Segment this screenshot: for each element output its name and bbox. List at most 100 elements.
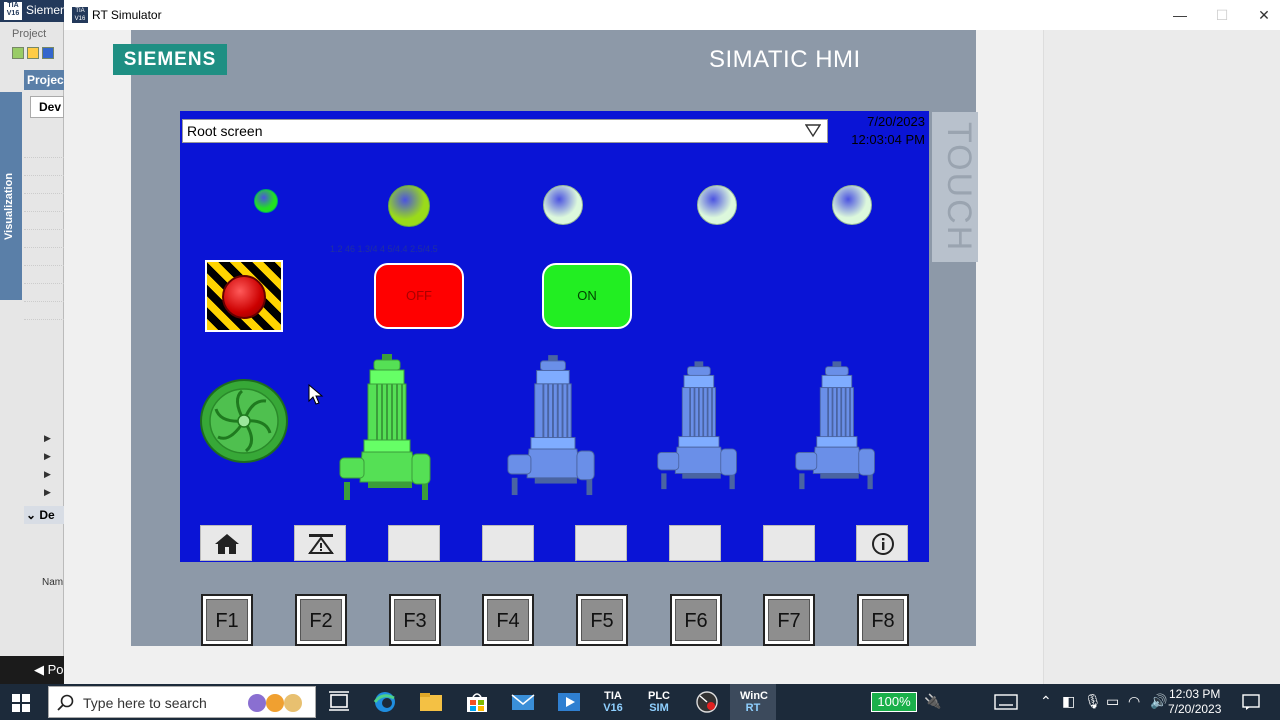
fkey-f1[interactable]: F1 [201,594,253,646]
touch-label: TOUCH [932,112,978,262]
fkey-f5[interactable]: F5 [576,594,628,646]
taskbar-search-box[interactable]: Type here to search [48,686,316,718]
search-placeholder: Type here to search [83,695,207,711]
status-lamp-1 [254,189,278,213]
windows-start-icon[interactable] [12,694,30,712]
details-header-label: De [39,508,55,522]
search-highlight-icon [248,694,302,712]
windows-taskbar: Type here to search TIA V16 PLC SIM WinC RT… [0,684,1280,720]
save-project-icon[interactable] [42,47,54,59]
fkey-f2[interactable]: F2 [295,594,347,646]
tia-titlebar: TIA V16 Siemens [0,0,73,22]
volume-icon[interactable]: 🔊 [1150,693,1167,710]
softkey-5[interactable] [575,525,627,561]
screen-recorder-icon[interactable] [694,690,720,714]
fan-icon[interactable] [200,379,288,463]
portal-view-button[interactable]: ◀ Po [0,656,64,684]
mouse-cursor-icon [308,384,324,405]
power-plug-icon: 🔌 [924,693,942,709]
tree-expand-icon[interactable]: ▶ [44,469,51,480]
wincc-rt-taskbar-icon[interactable]: WinC RT [740,690,769,714]
on-button[interactable]: ON [542,263,632,329]
file-explorer-icon[interactable] [418,690,444,714]
name-column-header: Nam [42,577,64,588]
off-button[interactable]: OFF [374,263,464,329]
softkey-home[interactable] [200,525,252,561]
tia-toolbar [12,46,64,66]
fkey-label: F2 [300,599,342,641]
taskbar-time: 12:03 PM [1169,687,1221,701]
softkey-7[interactable] [763,525,815,561]
tia-taskbar-label: TIA [604,690,622,702]
desktop: TIA V16 Siemens Project Projec Visualizat… [0,0,1280,720]
window-title: RT Simulator [92,8,162,22]
fkey-label: F4 [487,599,529,641]
tree-expand-icon[interactable]: ▶ [44,451,51,462]
window-titlebar: TIA V16 RT Simulator — ☐ ✕ [64,0,1280,30]
devices-tab[interactable]: Dev [30,96,64,118]
tree-expand-icon[interactable]: ▶ [44,487,51,498]
portal-view-label: Po [47,662,64,677]
maximize-button[interactable]: ☐ [1202,4,1242,26]
camera-icon[interactable]: ◧ [1062,693,1075,710]
pump-1-icon[interactable] [338,354,434,504]
visualization-label: Visualization [3,172,15,240]
open-project-icon[interactable] [27,47,39,59]
screen-selector[interactable]: Root screen [182,119,828,143]
plcsim-taskbar-icon[interactable]: PLC SIM [646,690,672,714]
new-project-icon[interactable] [12,47,24,59]
rt-taskbar-label: RT [745,702,761,714]
store-icon[interactable] [464,690,490,714]
show-hidden-icons-icon[interactable]: ⌃ [1040,693,1052,710]
battery-tray-icon[interactable]: ▭ [1106,693,1119,710]
pump-4-icon[interactable] [794,354,878,500]
softkey-6[interactable] [669,525,721,561]
wifi-icon[interactable]: ◠ [1128,693,1140,710]
taskbar-date: 7/20/2023 [1168,702,1222,716]
pump-2-icon[interactable] [506,354,598,500]
fkey-label: F7 [768,599,810,641]
estop-knob-icon [222,275,266,319]
pump-3-icon[interactable] [656,354,740,500]
info-icon [872,533,894,555]
faint-address-label: 1.2 46 1.3/4 4 5/4.4 2.5/4.5 [330,244,438,254]
project-tree-header[interactable]: Projec [24,70,64,90]
search-icon [57,694,74,711]
emergency-stop-button[interactable] [205,260,283,332]
tree-expand-icon[interactable]: ▶ [44,433,51,444]
softkey-alarm[interactable] [294,525,346,561]
keyboard-icon[interactable] [994,693,1018,711]
media-player-icon[interactable] [556,690,582,714]
details-view-header[interactable]: ⌄ De [24,506,64,524]
fkey-f7[interactable]: F7 [763,594,815,646]
fkey-f4[interactable]: F4 [482,594,534,646]
tia-v16-taskbar-icon[interactable]: TIA V16 [600,690,626,714]
edge-browser-icon[interactable] [372,690,398,714]
tia-menu-project[interactable]: Project [12,28,46,40]
minimize-button[interactable]: — [1160,4,1200,26]
softkey-info[interactable] [856,525,908,561]
screen-date: 7/20/2023 [867,114,925,129]
task-view-icon[interactable] [326,690,352,714]
softkey-3[interactable] [388,525,440,561]
softkey-4[interactable] [482,525,534,561]
fkey-label: F3 [394,599,436,641]
mail-icon[interactable] [510,690,536,714]
close-button[interactable]: ✕ [1244,4,1280,26]
project-tree-rows [24,140,64,500]
fkey-f6[interactable]: F6 [670,594,722,646]
tia-taskbar-version: V16 [603,702,623,714]
fkey-f3[interactable]: F3 [389,594,441,646]
fkey-label: F1 [206,599,248,641]
fkey-label: F5 [581,599,623,641]
tia-logo-icon: TIA V16 [4,2,22,20]
notifications-icon[interactable] [1242,693,1260,711]
status-lamp-4 [697,185,737,225]
fkey-f8[interactable]: F8 [857,594,909,646]
simulator-side-area [1043,30,1280,684]
microphone-icon[interactable]: 🎙 [1084,693,1102,710]
plc-taskbar-label: PLC [648,690,670,702]
taskbar-clock[interactable]: 12:03 PM 7/20/2023 [1168,687,1221,717]
battery-indicator[interactable]: 100% [871,692,917,712]
wincc-taskbar-label: WinC [740,690,769,702]
